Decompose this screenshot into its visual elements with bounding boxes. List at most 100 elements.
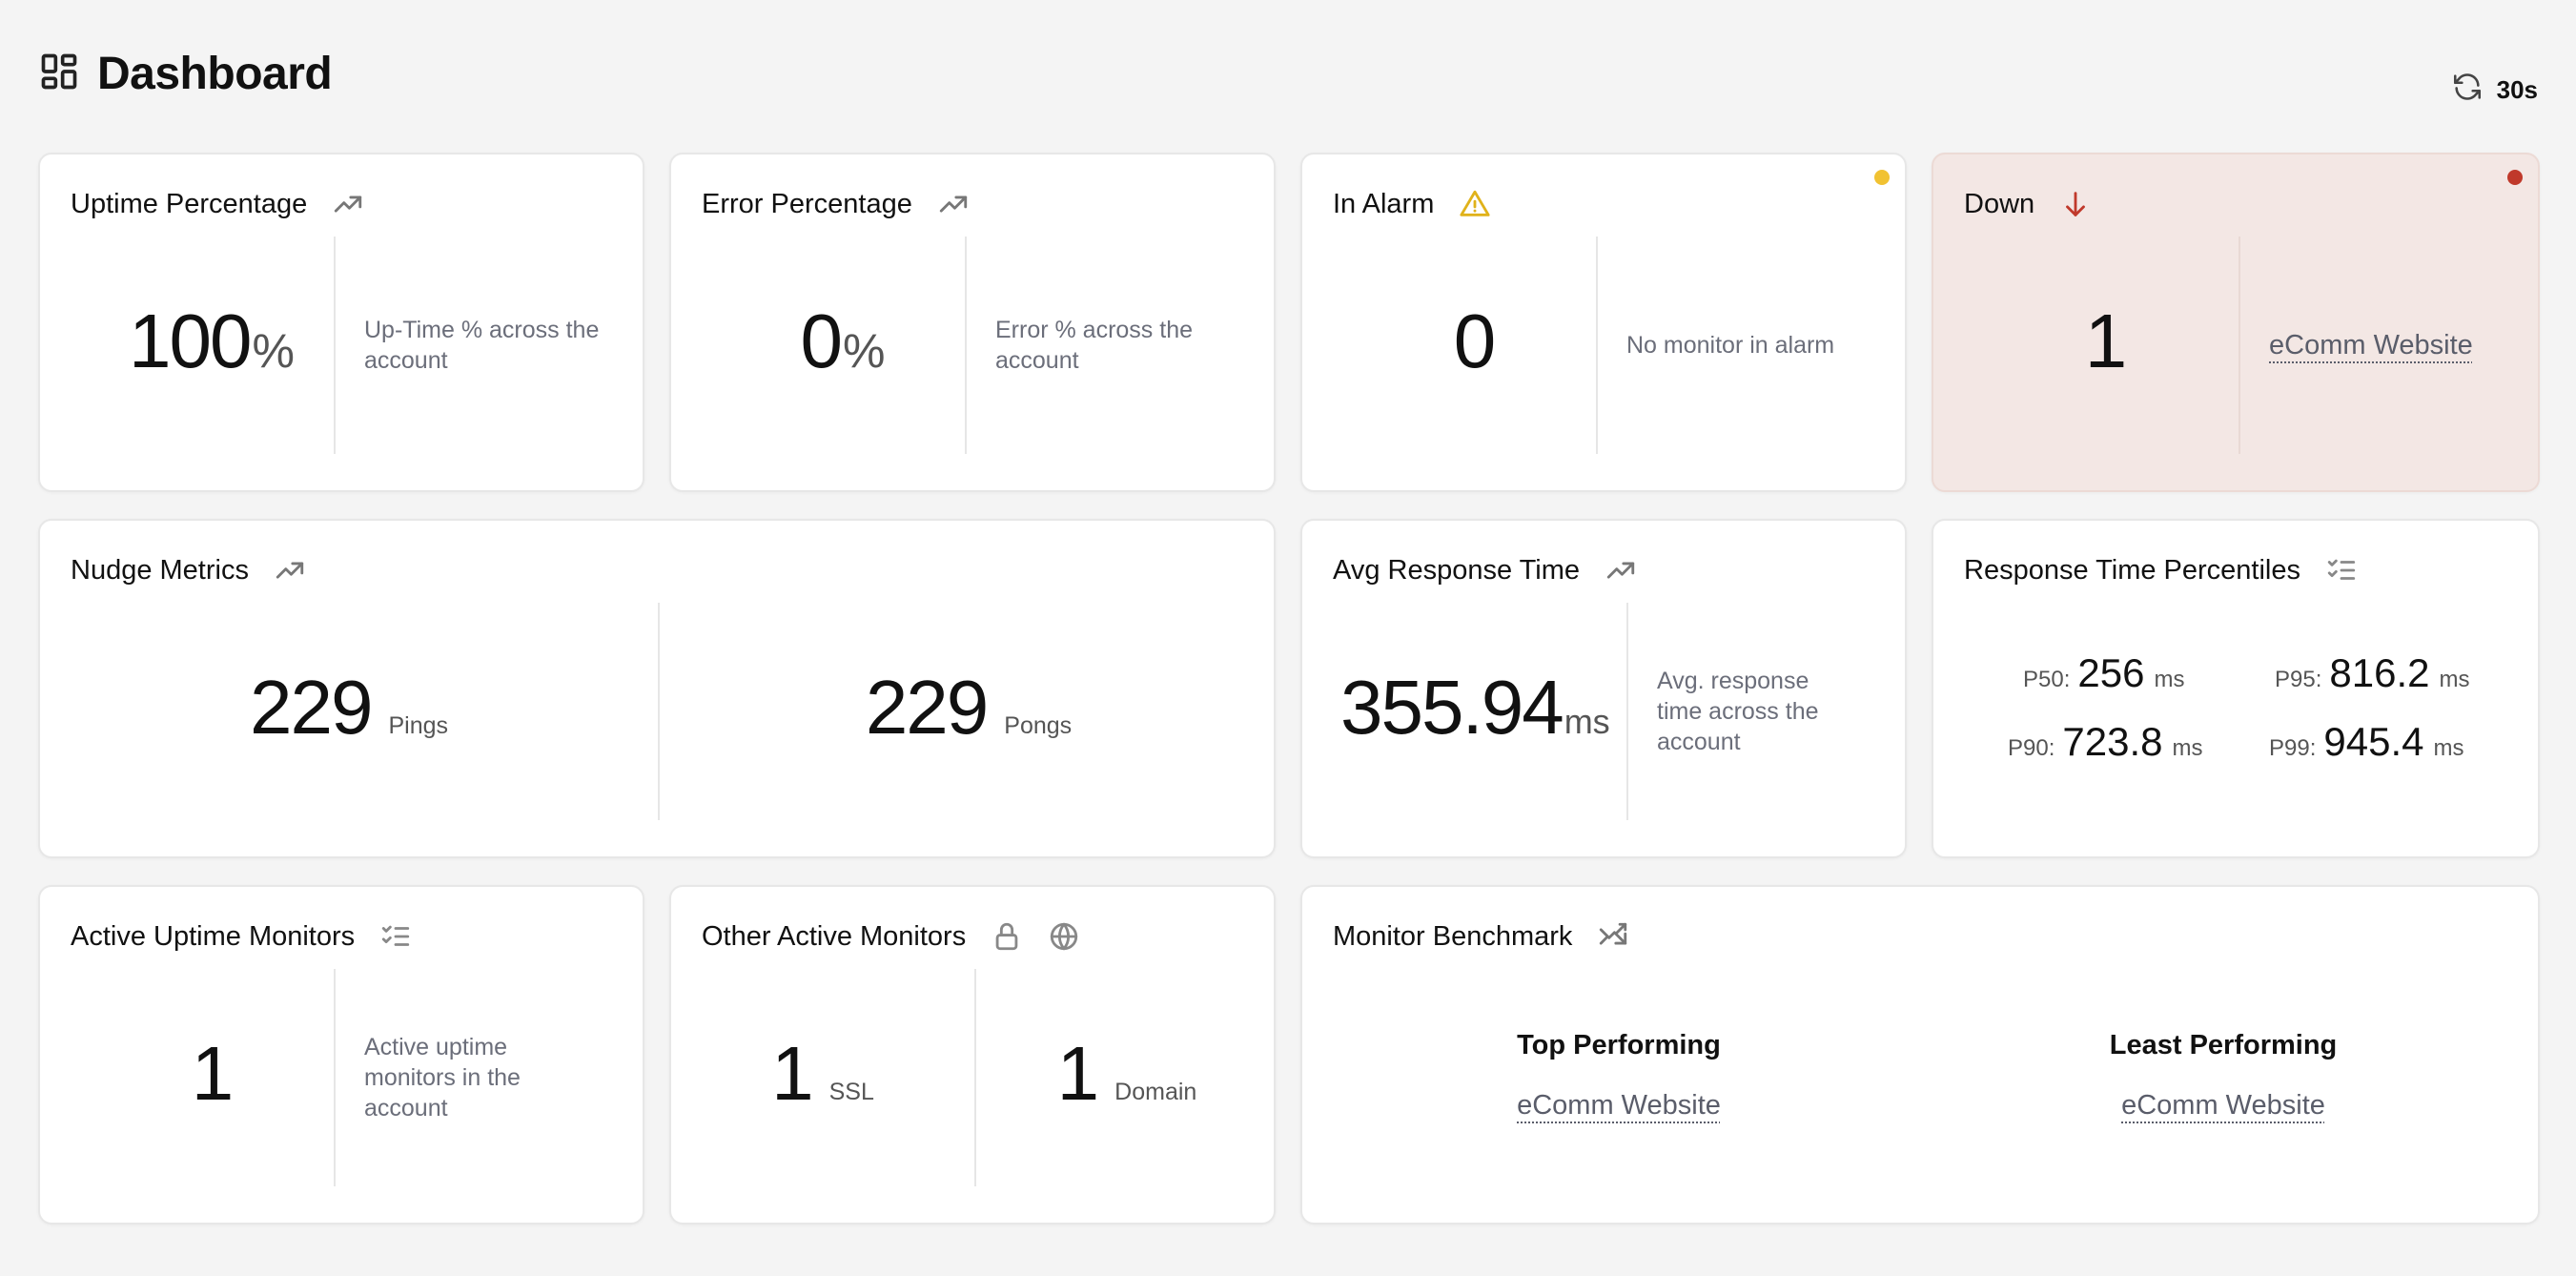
domain-metric: 1 Domain (976, 1030, 1278, 1118)
card-header: Down (1964, 185, 2092, 223)
avg-response-number: 355.94 (1340, 665, 1564, 750)
card-title: Other Active Monitors (702, 920, 967, 952)
avg-response-description: Avg. response time across the account (1657, 668, 1819, 755)
card-header: Error Percentage (702, 185, 970, 223)
pings-label: Pings (388, 712, 449, 739)
active-uptime-description: Active uptime monitors in the account (364, 1034, 521, 1122)
percentile-p95: P95: 816.2 ms (2275, 650, 2469, 696)
top-performing-heading: Top Performing (1517, 1030, 1721, 1060)
shuffle-icon[interactable] (1597, 920, 1629, 953)
card-title: Active Uptime Monitors (71, 920, 356, 952)
card-header: Monitor Benchmark (1333, 917, 1629, 956)
avg-response-value: 355.94 ms (1340, 664, 1626, 751)
error-percentage-card: Error Percentage 0 % Error % across the … (669, 153, 1276, 492)
down-card: Down 1 eComm Website (1932, 153, 2540, 492)
checklist-icon[interactable] (2325, 554, 2358, 587)
percentile-value: 723.8 (2062, 719, 2163, 764)
percentile-label: P90: (2008, 735, 2055, 761)
trending-up-icon[interactable] (1605, 554, 1637, 587)
down-value: 1 (1991, 298, 2219, 385)
lock-icon[interactable] (991, 920, 1023, 953)
warning-triangle-icon (1459, 188, 1491, 220)
arrow-down-icon (2059, 188, 2092, 220)
down-monitor-link[interactable]: eComm Website (2269, 330, 2473, 360)
percentile-unit: ms (2439, 667, 2470, 692)
card-title: Response Time Percentiles (1964, 554, 2300, 586)
percentile-p99: P99: 945.4 ms (2269, 719, 2464, 765)
top-performing-section: Top Performing eComm Website (1428, 1030, 1809, 1122)
refresh-button[interactable]: 30s (2451, 71, 2538, 110)
error-unit: % (843, 324, 886, 378)
error-number: 0 (800, 298, 843, 383)
card-header: In Alarm (1333, 185, 1491, 223)
error-description: Error % across the account (995, 317, 1194, 374)
least-performing-link[interactable]: eComm Website (2121, 1090, 2325, 1122)
trending-up-icon[interactable] (937, 188, 970, 220)
card-title: Uptime Percentage (71, 188, 308, 219)
pings-number: 229 (249, 665, 373, 750)
down-number: 1 (2084, 298, 2127, 383)
pongs-number: 229 (865, 665, 989, 750)
page-title: Dashboard (97, 49, 333, 99)
error-value: 0 % (728, 298, 957, 385)
percentile-label: P99: (2269, 735, 2317, 761)
card-title: Monitor Benchmark (1333, 920, 1573, 952)
card-header: Response Time Percentiles (1964, 551, 2358, 589)
percentile-unit: ms (2172, 735, 2203, 761)
refresh-icon[interactable] (2451, 71, 2484, 110)
alarm-value: 0 (1360, 298, 1588, 385)
domain-number: 1 (1056, 1031, 1099, 1116)
divider (1596, 237, 1598, 454)
card-header: Active Uptime Monitors (71, 917, 412, 956)
active-uptime-monitors-card: Active Uptime Monitors 1 Active uptime m… (38, 885, 644, 1225)
card-header: Uptime Percentage (71, 185, 364, 223)
percentile-unit: ms (2433, 735, 2464, 761)
card-title: Down (1964, 188, 2035, 219)
domain-label: Domain (1114, 1079, 1197, 1105)
uptime-percentage-card: Uptime Percentage 100 % Up-Time % across… (38, 153, 644, 492)
monitor-benchmark-card: Monitor Benchmark Top Performing eComm W… (1300, 885, 2540, 1225)
active-uptime-number: 1 (191, 1031, 234, 1116)
percentile-label: P50: (2023, 667, 2071, 692)
avg-response-unit: ms (1564, 702, 1610, 741)
percentile-value: 816.2 (2329, 650, 2430, 695)
percentile-unit: ms (2154, 667, 2185, 692)
response-time-percentiles-card: Response Time Percentiles P50: 256 ms P9… (1932, 519, 2540, 858)
globe-icon[interactable] (1048, 920, 1080, 953)
nudge-metrics-card: Nudge Metrics 229 Pings 229 Pongs (38, 519, 1276, 858)
percentile-value: 256 (2077, 650, 2145, 695)
active-uptime-value: 1 (97, 1030, 326, 1118)
percentile-p90: P90: 723.8 ms (2008, 719, 2202, 765)
alarm-description: No monitor in alarm (1626, 332, 1835, 359)
percentile-p50: P50: 256 ms (2023, 650, 2184, 696)
card-header: Other Active Monitors (702, 917, 1080, 956)
refresh-interval-label: 30s (2496, 75, 2538, 104)
in-alarm-card: In Alarm 0 No monitor in alarm (1300, 153, 1907, 492)
page-header: Dashboard 30s (38, 48, 2538, 105)
down-monitor-link-wrap: eComm Website (2269, 330, 2473, 360)
checklist-icon[interactable] (379, 920, 412, 953)
other-active-monitors-card: Other Active Monitors 1 SSL 1 Domain (669, 885, 1276, 1225)
least-performing-section: Least Performing eComm Website (2033, 1030, 2414, 1122)
least-performing-heading: Least Performing (2109, 1030, 2338, 1060)
trending-up-icon[interactable] (332, 188, 364, 220)
divider (334, 969, 336, 1186)
uptime-number: 100 (129, 298, 252, 383)
down-status-dot (2507, 170, 2523, 185)
trending-up-icon[interactable] (274, 554, 306, 587)
uptime-unit: % (252, 324, 295, 378)
card-title: Avg Response Time (1333, 554, 1580, 586)
alarm-number: 0 (1453, 298, 1496, 383)
dashboard-grid-icon (38, 51, 80, 97)
card-header: Nudge Metrics (71, 551, 306, 589)
divider (965, 237, 967, 454)
divider (334, 237, 336, 454)
top-performing-link[interactable]: eComm Website (1517, 1090, 1721, 1122)
ssl-number: 1 (771, 1031, 813, 1116)
pings-metric: 229 Pings (40, 664, 658, 751)
uptime-value: 100 % (97, 298, 326, 385)
percentile-value: 945.4 (2323, 719, 2424, 764)
ssl-label: SSL (828, 1079, 874, 1105)
card-title: In Alarm (1333, 188, 1435, 219)
uptime-description: Up-Time % across the account (364, 317, 600, 374)
